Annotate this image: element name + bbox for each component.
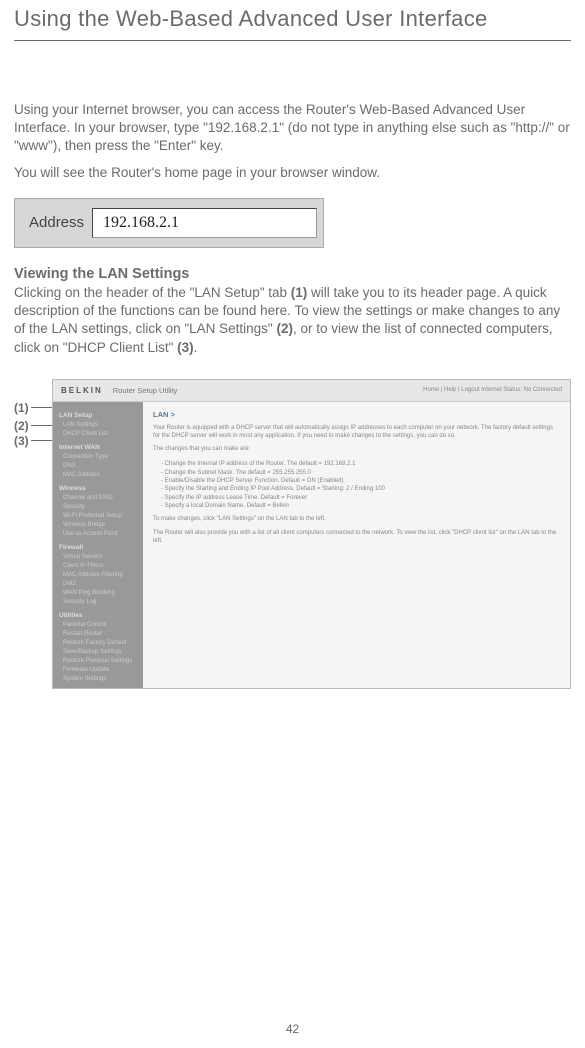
sidebar-item: DNS (59, 463, 137, 469)
section-text: Clicking on the header of the "LAN Setup… (14, 285, 291, 300)
shot-header: BELKIN Router Setup Utility Home | Help … (53, 380, 570, 402)
shot-p3: To make changes, click "LAN Settings" on… (153, 516, 560, 524)
sidebar-item: Parental Control (59, 622, 137, 628)
address-bar-screenshot: Address 192.168.2.1 (14, 198, 324, 248)
shot-list-item: Specify the Starting and Ending IP Pool … (161, 485, 560, 493)
sidebar-item-lan-settings: LAN Settings (59, 422, 137, 428)
callout-3-label: (3) (14, 434, 29, 448)
sidebar-item: Restore Previous Settings (59, 658, 137, 664)
ref-3: (3) (177, 340, 194, 355)
shot-list-item: Change the Internal IP address of the Ro… (161, 460, 560, 468)
intro-paragraph-2: You will see the Router's home page in y… (14, 164, 571, 182)
sidebar-item: Use as Access Point (59, 531, 137, 537)
page-title: Using the Web-Based Advanced User Interf… (14, 0, 571, 40)
intro-paragraph-1: Using your Internet browser, you can acc… (14, 101, 571, 156)
sidebar-item: Restore Factory Default (59, 640, 137, 646)
figure-row: (1) (2) (3) BELKIN Router Setup Utility … (14, 379, 571, 689)
shot-utility-title: Router Setup Utility (113, 386, 178, 395)
sidebar-lan-setup: LAN Setup (59, 412, 137, 419)
sidebar-item: System Settings (59, 676, 137, 682)
page-number: 42 (0, 1022, 585, 1036)
sidebar-item-dhcp-client-list: DHCP Client List (59, 431, 137, 437)
callout-2-label: (2) (14, 419, 29, 433)
sidebar-item: WAN Ping Blocking (59, 590, 137, 596)
belkin-logo: BELKIN (61, 386, 103, 395)
section-heading: Viewing the LAN Settings (14, 266, 571, 282)
sidebar-wireless: Wireless (59, 485, 137, 492)
shot-list-item: Specify the IP address Lease Time. Defau… (161, 494, 560, 502)
address-label: Address (21, 214, 92, 231)
ref-1: (1) (291, 285, 308, 300)
shot-status: Home | Help | Logout Internet Status: No… (423, 387, 562, 393)
sidebar-firewall: Firewall (59, 544, 137, 551)
sidebar-item: Security (59, 504, 137, 510)
shot-sidebar: LAN Setup LAN Settings DHCP Client List … (53, 402, 143, 688)
shot-list-item: Enable/Disable the DHCP Server Function.… (161, 477, 560, 485)
shot-list-item: Specify a local Domain Name. Default = B… (161, 502, 560, 510)
shot-breadcrumb: LAN > (153, 410, 560, 419)
shot-list-item: Change the Subnet Mask. The default = 25… (161, 469, 560, 477)
callout-column: (1) (2) (3) (14, 379, 52, 689)
shot-list: Change the Internal IP address of the Ro… (153, 460, 560, 510)
address-value: 192.168.2.1 (103, 214, 179, 232)
section-body: Clicking on the header of the "LAN Setup… (14, 284, 571, 357)
sidebar-item: Channel and SSID (59, 495, 137, 501)
sidebar-item: Virtual Servers (59, 554, 137, 560)
section-text: . (194, 340, 198, 355)
sidebar-item: Connection Type (59, 454, 137, 460)
sidebar-item: Security Log (59, 599, 137, 605)
sidebar-item: DMZ (59, 581, 137, 587)
sidebar-utilities: Utilities (59, 612, 137, 619)
shot-p2: The changes that you can make are: (153, 446, 560, 454)
sidebar-item: MAC Address (59, 472, 137, 478)
shot-body: LAN Setup LAN Settings DHCP Client List … (53, 402, 570, 688)
sidebar-item: Save/Backup Settings (59, 649, 137, 655)
router-ui-screenshot: BELKIN Router Setup Utility Home | Help … (52, 379, 571, 689)
sidebar-internet-wan: Internet WAN (59, 444, 137, 451)
sidebar-item: Client IP Filters (59, 563, 137, 569)
address-field: 192.168.2.1 (92, 208, 317, 238)
sidebar-item: Wi-Fi Protected Setup (59, 513, 137, 519)
shot-p4: The Router will also provide you with a … (153, 530, 560, 546)
title-rule (14, 40, 571, 41)
sidebar-item: MAC Address Filtering (59, 572, 137, 578)
ref-2: (2) (276, 321, 293, 336)
sidebar-item: Restart Router (59, 631, 137, 637)
sidebar-item: Firmware Update (59, 667, 137, 673)
shot-main: LAN > Your Router is equipped with a DHC… (143, 402, 570, 688)
callout-1-label: (1) (14, 401, 29, 415)
sidebar-item: Wireless Bridge (59, 522, 137, 528)
shot-p1: Your Router is equipped with a DHCP serv… (153, 425, 560, 441)
